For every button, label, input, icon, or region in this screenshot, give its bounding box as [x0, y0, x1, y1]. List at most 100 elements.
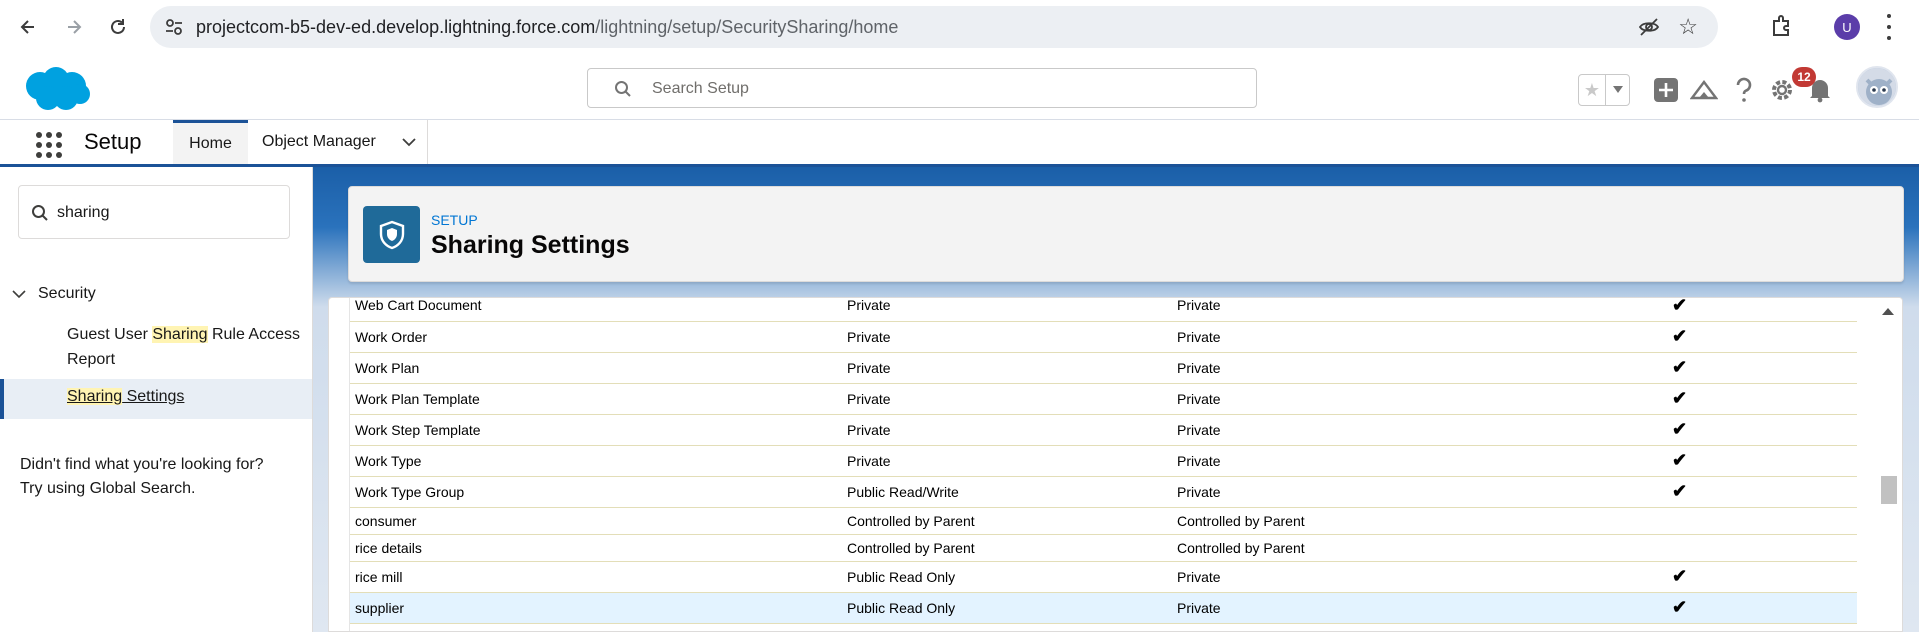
- object-name-cell: supplier: [350, 592, 842, 624]
- search-highlight: Sharing: [152, 326, 208, 343]
- checkmark-icon: ✔: [1672, 419, 1688, 439]
- trailhead-guidance-icon[interactable]: [1690, 76, 1718, 104]
- search-icon: [32, 205, 48, 221]
- checkmark-icon: ✔: [1672, 450, 1688, 470]
- table-row: rice details Controlled by Parent Controll…: [350, 534, 1857, 562]
- page-title: Sharing Settings: [431, 231, 630, 259]
- scrollbar-thumb[interactable]: [1881, 476, 1897, 504]
- table-row: Work Step Template Private Private ✔: [350, 414, 1857, 446]
- grant-access-hierarchy-cell: ✔: [1672, 561, 1857, 593]
- internal-access-cell: Private: [842, 321, 1172, 353]
- browser-profile-avatar[interactable]: U: [1834, 14, 1860, 40]
- extensions-icon[interactable]: [1769, 13, 1795, 39]
- app-launcher-icon[interactable]: [36, 132, 62, 158]
- eye-off-icon[interactable]: [1638, 17, 1660, 37]
- table-row: Work Type Private Private ✔: [350, 445, 1857, 477]
- grant-access-hierarchy-cell: ✔: [1672, 298, 1857, 322]
- internal-access-cell: Public Read Only: [842, 561, 1172, 593]
- quick-find-box[interactable]: [18, 185, 290, 239]
- page-eyebrow: SETUP: [431, 212, 478, 228]
- internal-access-cell: Private: [842, 445, 1172, 477]
- chevron-down-icon[interactable]: [12, 287, 26, 301]
- app-name: Setup: [84, 129, 142, 154]
- setup-sidebar: Security Guest User Sharing Rule AccessR…: [0, 167, 313, 632]
- external-access-cell: Private: [1172, 321, 1672, 353]
- checkmark-icon: ✔: [1672, 357, 1688, 377]
- checkmark-icon: ✔: [1672, 566, 1688, 586]
- table-row: Work Plan Private Private ✔: [350, 352, 1857, 384]
- external-access-cell: Controlled by Parent: [1172, 507, 1672, 535]
- tab-object-manager[interactable]: Object Manager: [248, 120, 428, 164]
- global-search-box[interactable]: [587, 68, 1257, 108]
- grant-access-hierarchy-cell: ✔: [1672, 445, 1857, 477]
- internal-access-cell: Controlled by Parent: [842, 507, 1172, 535]
- external-access-cell: Controlled by Parent: [1172, 534, 1672, 562]
- sidebar-item-guest-user-sharing-rule-access-report[interactable]: Guest User Sharing Rule Access Report: [67, 322, 307, 372]
- salesforce-logo[interactable]: [20, 64, 92, 114]
- checkmark-icon: ✔: [1672, 481, 1688, 501]
- object-name-cell: Work Order: [350, 321, 842, 353]
- external-access-cell: Private: [1172, 445, 1672, 477]
- chevron-down-icon[interactable]: [401, 134, 417, 150]
- favorites-dropdown[interactable]: [1605, 75, 1629, 105]
- tab-home[interactable]: Home: [173, 120, 248, 164]
- internal-access-cell: Public Read/Write: [842, 476, 1172, 508]
- forward-icon[interactable]: [58, 11, 90, 43]
- table-row: Web Cart Document Private Private ✔: [350, 298, 1857, 322]
- object-name-cell: Work Step Template: [350, 414, 842, 446]
- tree-section-security[interactable]: Security: [12, 285, 96, 303]
- page-header: SETUP Sharing Settings: [348, 186, 1904, 282]
- back-icon[interactable]: [12, 11, 44, 43]
- quick-find-input[interactable]: [57, 202, 277, 224]
- shield-icon: [363, 206, 420, 263]
- table-row: consumer Controlled by Parent Controlled b…: [350, 507, 1857, 535]
- site-settings-icon[interactable]: [164, 17, 184, 37]
- global-actions-icon[interactable]: [1652, 76, 1680, 104]
- favorites-button[interactable]: ★: [1578, 74, 1630, 106]
- setup-nav-bar: Setup Home Object Manager: [0, 120, 1919, 167]
- grant-access-hierarchy-cell: ✔: [1672, 476, 1857, 508]
- tab-home-label: Home: [189, 134, 232, 152]
- browser-menu-icon[interactable]: [1886, 14, 1892, 40]
- global-search-hint: Didn't find what you're looking for? Try …: [20, 456, 264, 497]
- object-name-cell: rice details: [350, 534, 842, 562]
- table-row: Work Type Group Public Read/Write Private ✔: [350, 476, 1857, 508]
- object-name-cell: Work Type Group: [350, 476, 842, 508]
- user-avatar[interactable]: [1856, 66, 1898, 108]
- table-row: supplier Public Read Only Private ✔: [350, 592, 1857, 624]
- grant-access-hierarchy-cell: [1672, 534, 1857, 562]
- sidebar-item-sharing-settings[interactable]: Sharing Settings: [0, 379, 312, 419]
- notification-count-badge: 12: [1792, 67, 1816, 87]
- global-search-input[interactable]: [652, 78, 1212, 100]
- table-row: Work Plan Template Private Private ✔: [350, 383, 1857, 415]
- address-bar[interactable]: projectcom-b5-dev-ed.develop.lightning.f…: [150, 6, 1718, 48]
- help-icon[interactable]: [1730, 76, 1758, 104]
- tab-object-manager-label: Object Manager: [262, 133, 376, 150]
- org-wide-defaults-table: Web Cart Document Private Private ✔ Work Ord…: [350, 298, 1857, 624]
- external-access-cell: Private: [1172, 298, 1672, 322]
- grant-access-hierarchy-cell: ✔: [1672, 352, 1857, 384]
- checkmark-icon: ✔: [1672, 326, 1688, 346]
- checkmark-icon: ✔: [1672, 388, 1688, 408]
- grant-access-hierarchy-cell: ✔: [1672, 383, 1857, 415]
- external-access-cell: Private: [1172, 476, 1672, 508]
- object-name-cell: Web Cart Document: [350, 298, 842, 322]
- external-access-cell: Private: [1172, 352, 1672, 384]
- checkmark-icon: ✔: [1672, 597, 1688, 617]
- reload-icon[interactable]: [102, 11, 134, 43]
- search-icon: [615, 81, 631, 97]
- sharing-settings-card: Web Cart Document Private Private ✔ Work Ord…: [328, 297, 1903, 632]
- table-row: rice mill Public Read Only Private ✔: [350, 561, 1857, 593]
- vertical-scrollbar[interactable]: [1874, 298, 1902, 631]
- grant-access-hierarchy-cell: ✔: [1672, 414, 1857, 446]
- internal-access-cell: Private: [842, 414, 1172, 446]
- favorite-star-icon[interactable]: ★: [1579, 75, 1605, 105]
- external-access-cell: Private: [1172, 383, 1672, 415]
- external-access-cell: Private: [1172, 414, 1672, 446]
- scroll-up-arrow[interactable]: [1882, 308, 1894, 315]
- table-row: Work Order Private Private ✔: [350, 321, 1857, 353]
- object-name-cell: Work Type: [350, 445, 842, 477]
- object-name-cell: Work Plan: [350, 352, 842, 384]
- object-name-cell: consumer: [350, 507, 842, 535]
- bookmark-star-icon[interactable]: ☆: [1678, 14, 1698, 40]
